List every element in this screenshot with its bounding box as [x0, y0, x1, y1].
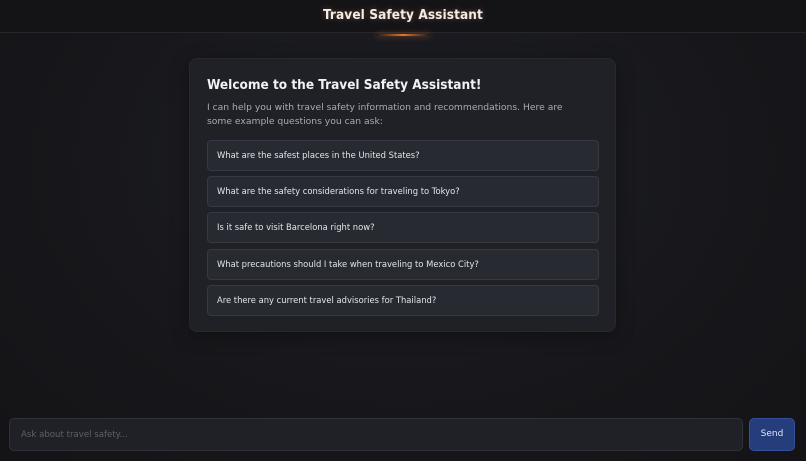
send-button[interactable]: Send — [749, 418, 795, 451]
welcome-description: I can help you with travel safety inform… — [207, 102, 563, 127]
title-accent-underline — [376, 34, 430, 36]
app-title: Travel Safety Assistant — [323, 7, 483, 23]
welcome-title: Welcome to the Travel Safety Assistant! — [207, 77, 482, 93]
example-question[interactable]: Are there any current travel advisories … — [207, 285, 599, 316]
example-question[interactable]: Is it safe to visit Barcelona right now? — [207, 212, 599, 243]
example-question[interactable]: What are the safest places in the United… — [207, 140, 599, 171]
chat-input-container — [9, 418, 743, 451]
welcome-card: Welcome to the Travel Safety Assistant! … — [189, 58, 616, 332]
chat-input[interactable] — [10, 419, 742, 450]
example-question[interactable]: What are the safety considerations for t… — [207, 176, 599, 207]
app-header: Travel Safety Assistant — [0, 0, 806, 33]
example-question[interactable]: What precautions should I take when trav… — [207, 249, 599, 280]
